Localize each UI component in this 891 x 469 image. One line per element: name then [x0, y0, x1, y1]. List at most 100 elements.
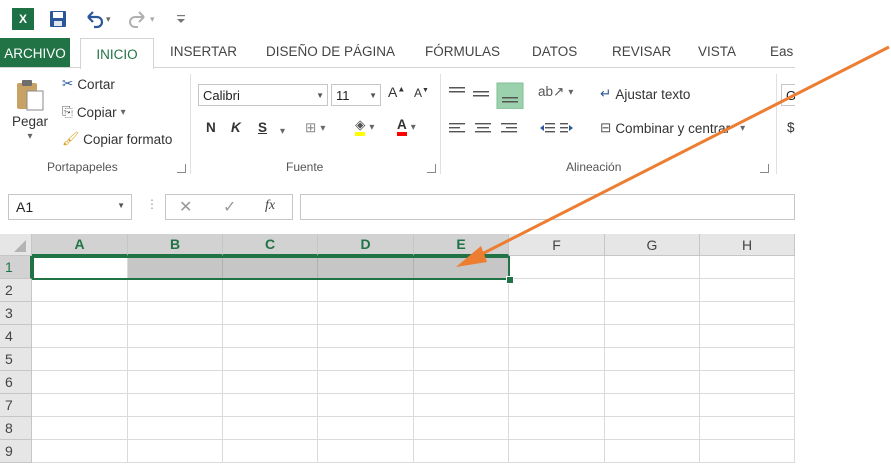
- cell-g5[interactable]: [605, 348, 700, 371]
- column-header-e[interactable]: E: [414, 234, 509, 256]
- font-name-select[interactable]: Calibri ▼: [198, 84, 328, 106]
- cell-g3[interactable]: [605, 302, 700, 325]
- cell-e8[interactable]: [414, 417, 509, 440]
- cell-c2[interactable]: [223, 279, 318, 302]
- row-header-1[interactable]: 1: [0, 256, 32, 279]
- tab-vista[interactable]: VISTA: [698, 44, 736, 59]
- tab-revisar[interactable]: REVISAR: [612, 44, 671, 59]
- tab-archivo[interactable]: ARCHIVO: [0, 38, 70, 68]
- align-center-icon[interactable]: [475, 123, 491, 133]
- column-header-c[interactable]: C: [223, 234, 318, 256]
- cell-g2[interactable]: [605, 279, 700, 302]
- cell-e5[interactable]: [414, 348, 509, 371]
- tab-inicio[interactable]: INICIO: [80, 38, 154, 69]
- cell-g4[interactable]: [605, 325, 700, 348]
- merge-center-button[interactable]: ⊟ Combinar y centrar ▾: [600, 120, 745, 136]
- cell-e3[interactable]: [414, 302, 509, 325]
- cell-b8[interactable]: [128, 417, 223, 440]
- column-header-h[interactable]: H: [700, 234, 795, 256]
- cell-h5[interactable]: [700, 348, 795, 371]
- cell-f7[interactable]: [509, 394, 605, 417]
- row-header-7[interactable]: 7: [0, 394, 32, 417]
- cell-a5[interactable]: [32, 348, 128, 371]
- cell-b3[interactable]: [128, 302, 223, 325]
- cell-h7[interactable]: [700, 394, 795, 417]
- cell-c8[interactable]: [223, 417, 318, 440]
- row-header-4[interactable]: 4: [0, 325, 32, 348]
- cell-a4[interactable]: [32, 325, 128, 348]
- fill-handle[interactable]: [506, 276, 514, 284]
- format-painter-button[interactable]: 🖌 Copiar formato: [62, 131, 172, 147]
- align-middle-icon[interactable]: [473, 91, 489, 97]
- cell-c5[interactable]: [223, 348, 318, 371]
- cell-f5[interactable]: [509, 348, 605, 371]
- cell-b6[interactable]: [128, 371, 223, 394]
- cell-d1[interactable]: [318, 256, 414, 279]
- fill-color-button[interactable]: ◈ ▾: [355, 118, 374, 136]
- cell-h3[interactable]: [700, 302, 795, 325]
- cell-c6[interactable]: [223, 371, 318, 394]
- cell-a9[interactable]: [32, 440, 128, 463]
- cell-e6[interactable]: [414, 371, 509, 394]
- row-header-2[interactable]: 2: [0, 279, 32, 302]
- cell-e9[interactable]: [414, 440, 509, 463]
- name-box[interactable]: A1 ▼: [8, 194, 132, 220]
- column-header-b[interactable]: B: [128, 234, 223, 256]
- confirm-icon[interactable]: ✓: [223, 197, 236, 217]
- cancel-icon[interactable]: ✕: [179, 197, 192, 217]
- cut-button[interactable]: ✂ Cortar: [62, 76, 115, 92]
- italic-button[interactable]: K: [231, 120, 241, 135]
- cell-h9[interactable]: [700, 440, 795, 463]
- cell-b1[interactable]: [128, 256, 223, 279]
- cell-g9[interactable]: [605, 440, 700, 463]
- number-format-select[interactable]: G: [781, 84, 795, 106]
- cell-c7[interactable]: [223, 394, 318, 417]
- tab-diseno-pagina[interactable]: DISEÑO DE PÁGINA: [266, 44, 395, 59]
- cell-h4[interactable]: [700, 325, 795, 348]
- cell-f2[interactable]: [509, 279, 605, 302]
- cell-d4[interactable]: [318, 325, 414, 348]
- borders-button[interactable]: ⊞ ▾: [305, 120, 325, 136]
- underline-dropdown-icon[interactable]: ▾: [280, 126, 285, 137]
- decrease-indent-icon[interactable]: [540, 123, 555, 133]
- tab-datos[interactable]: DATOS: [532, 44, 577, 59]
- cell-e1[interactable]: [414, 256, 509, 279]
- column-header-g[interactable]: G: [605, 234, 700, 256]
- cell-f3[interactable]: [509, 302, 605, 325]
- align-top-icon[interactable]: [449, 87, 465, 93]
- cell-f4[interactable]: [509, 325, 605, 348]
- row-header-5[interactable]: 5: [0, 348, 32, 371]
- cell-h6[interactable]: [700, 371, 795, 394]
- cell-c4[interactable]: [223, 325, 318, 348]
- font-size-select[interactable]: 11 ▼: [331, 84, 381, 106]
- cell-g1[interactable]: [605, 256, 700, 279]
- cell-d7[interactable]: [318, 394, 414, 417]
- cell-b9[interactable]: [128, 440, 223, 463]
- cell-f8[interactable]: [509, 417, 605, 440]
- formula-input[interactable]: [300, 194, 795, 220]
- cell-a8[interactable]: [32, 417, 128, 440]
- underline-button[interactable]: S: [258, 120, 267, 135]
- align-bottom-icon[interactable]: [496, 82, 524, 109]
- cell-d2[interactable]: [318, 279, 414, 302]
- align-right-icon[interactable]: [501, 123, 517, 133]
- customize-qat-icon[interactable]: [176, 8, 186, 30]
- merge-dropdown-icon[interactable]: ▾: [740, 123, 745, 134]
- paste-button[interactable]: Pegar ▾: [12, 78, 48, 142]
- cell-c3[interactable]: [223, 302, 318, 325]
- copy-dropdown-icon[interactable]: ▾: [121, 107, 126, 118]
- alignment-launcher-icon[interactable]: [760, 164, 769, 173]
- redo-icon[interactable]: ▾: [128, 8, 162, 30]
- cell-a2[interactable]: [32, 279, 128, 302]
- chevron-down-icon[interactable]: ▼: [117, 201, 125, 210]
- copy-button[interactable]: ⎘ Copiar ▾: [62, 104, 126, 120]
- column-header-a[interactable]: A: [32, 234, 128, 256]
- tab-insertar[interactable]: INSERTAR: [170, 44, 237, 59]
- cell-d6[interactable]: [318, 371, 414, 394]
- cell-c1[interactable]: [223, 256, 318, 279]
- font-color-button[interactable]: A ▾: [397, 118, 416, 136]
- column-header-d[interactable]: D: [318, 234, 414, 256]
- tab-formulas[interactable]: FÓRMULAS: [425, 44, 500, 59]
- cell-h2[interactable]: [700, 279, 795, 302]
- cell-d5[interactable]: [318, 348, 414, 371]
